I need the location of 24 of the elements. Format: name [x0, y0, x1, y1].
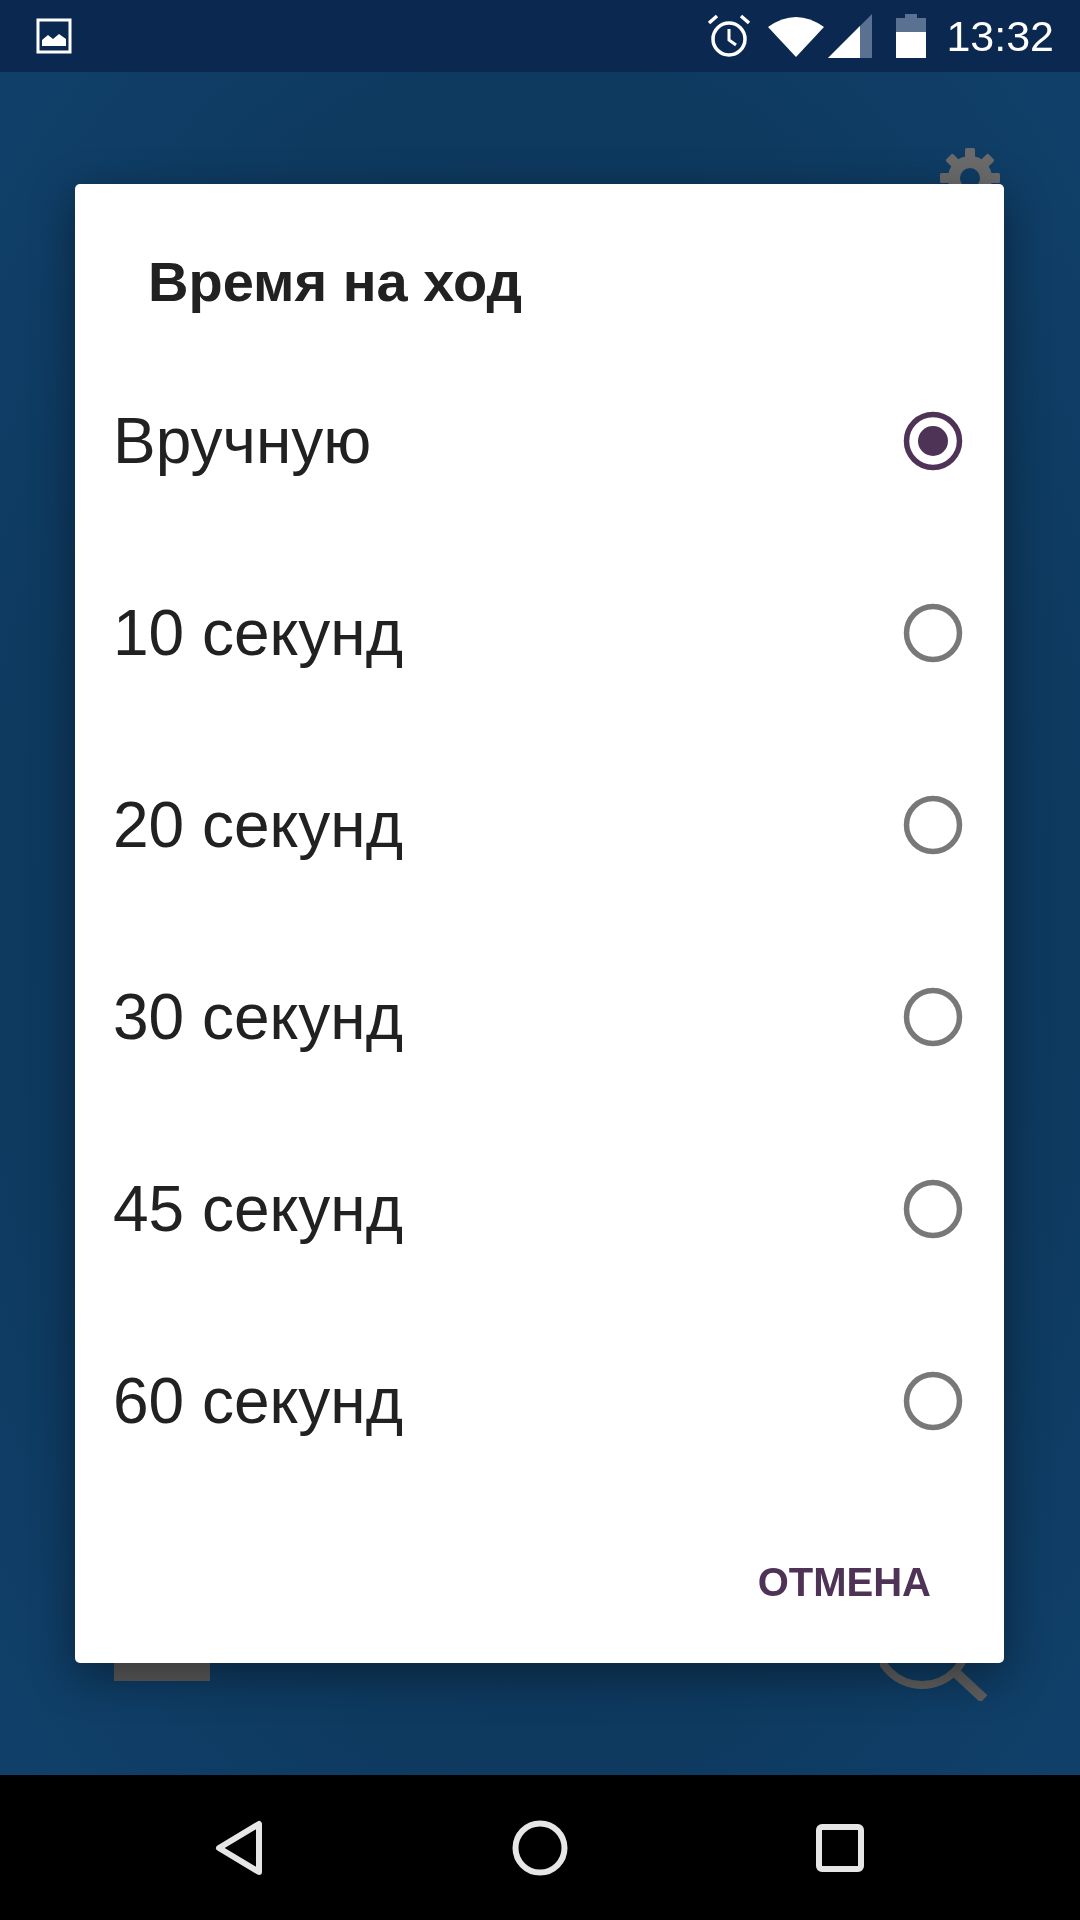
alarm-clock-icon — [706, 14, 753, 58]
radio-button[interactable] — [903, 1179, 963, 1239]
signal-icon — [828, 14, 873, 58]
option-label[interactable]: 20 секунд — [113, 787, 403, 863]
image-icon — [36, 18, 72, 54]
recents-icon[interactable] — [816, 1823, 864, 1872]
block-icon — [114, 1663, 210, 1681]
option-label[interactable]: 60 секунд — [113, 1363, 403, 1439]
clock-time: 13:32 — [946, 11, 1054, 61]
option-label[interactable]: 30 секунд — [113, 979, 403, 1055]
radio-button[interactable] — [903, 411, 963, 471]
option-label[interactable]: 10 секунд — [113, 595, 403, 671]
cancel-button[interactable]: ОТМЕНА — [733, 1528, 955, 1636]
wifi-icon — [768, 15, 825, 57]
dialog-title: Время на ход — [148, 249, 522, 315]
battery-icon — [896, 14, 927, 58]
radio-button[interactable] — [903, 603, 963, 663]
home-icon[interactable] — [512, 1819, 568, 1876]
back-icon[interactable] — [215, 1819, 263, 1876]
option-label[interactable]: Вручную — [113, 403, 372, 479]
radio-button[interactable] — [903, 1371, 963, 1431]
radio-button[interactable] — [903, 795, 963, 855]
radio-button[interactable] — [903, 987, 963, 1047]
option-label[interactable]: 45 секунд — [113, 1171, 403, 1247]
